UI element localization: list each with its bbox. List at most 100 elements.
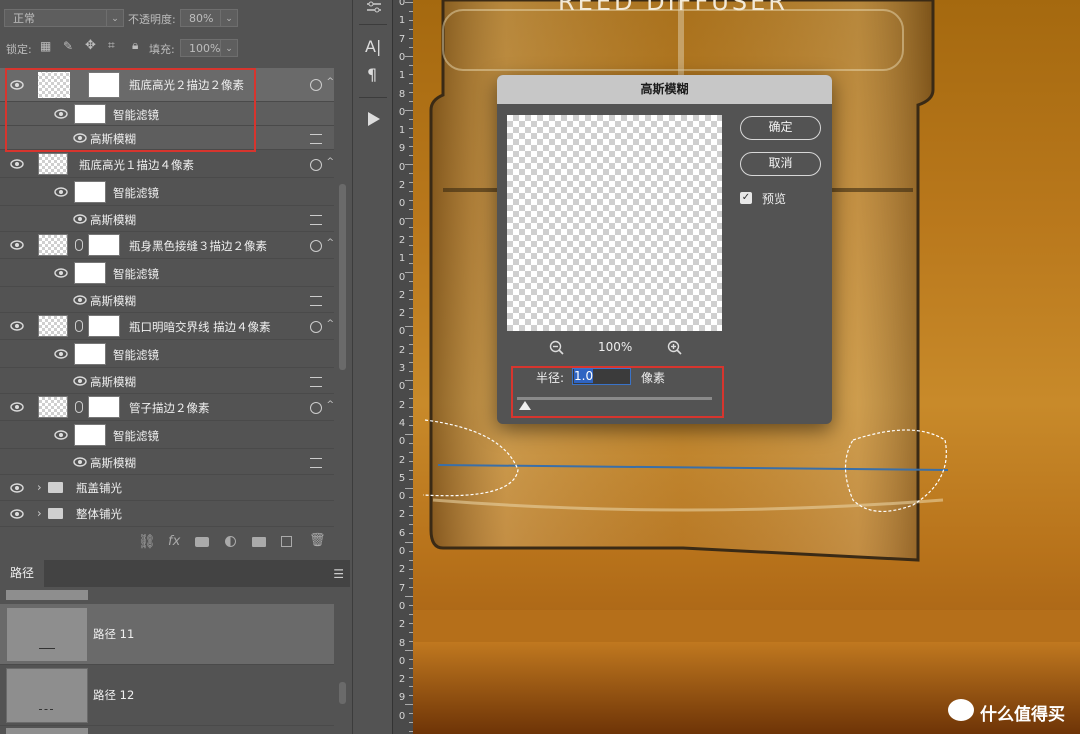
new-group-icon[interactable] <box>252 537 266 547</box>
filter-row[interactable]: 高斯模糊 <box>0 368 334 394</box>
play-action-icon[interactable] <box>366 110 382 128</box>
ruler-tick <box>405 2 413 3</box>
path-row[interactable]: 路径 11 <box>0 604 334 665</box>
filter-options-icon[interactable] <box>310 296 322 306</box>
layer-row[interactable]: 管子描边２像素 ^ <box>0 394 334 421</box>
expand-chevron-icon[interactable]: › <box>37 480 42 494</box>
ruler-label: 2 <box>398 674 406 686</box>
visibility-eye-icon[interactable] <box>10 157 24 171</box>
trash-icon[interactable]: 🗑︎ <box>309 533 326 548</box>
visibility-eye-icon[interactable] <box>73 455 87 469</box>
visibility-eye-icon[interactable] <box>54 185 68 199</box>
layer-row[interactable]: 瓶身黑色接缝３描边２像素 ^ <box>0 232 334 259</box>
chevron-up-icon[interactable]: ^ <box>326 400 334 410</box>
chevron-up-icon[interactable]: ^ <box>326 319 334 329</box>
cancel-button[interactable]: 取消 <box>740 152 821 176</box>
zoom-out-icon[interactable] <box>549 340 565 356</box>
character-panel-icon[interactable]: A| <box>365 37 381 56</box>
smart-filter-row[interactable]: 智能滤镜 <box>0 178 334 206</box>
paragraph-panel-icon[interactable]: ¶ <box>367 65 377 84</box>
smart-object-icon <box>310 321 322 333</box>
filter-row[interactable]: 高斯模糊 <box>0 287 334 313</box>
layer-group-row[interactable]: › 整体铺光 <box>0 501 334 527</box>
panel-menu-icon[interactable]: ☰ <box>333 567 344 581</box>
preview-checkbox[interactable]: ✓ <box>740 192 752 204</box>
ruler-label: 3 <box>398 363 406 374</box>
ruler-label: 4 <box>398 417 406 429</box>
layers-scrollbar[interactable] <box>339 184 346 370</box>
filter-options-icon[interactable] <box>310 215 322 225</box>
visibility-eye-icon[interactable] <box>10 400 24 414</box>
ruler-label: 2 <box>398 289 406 301</box>
bottle-label-text: REED DIFFUSER <box>558 0 788 16</box>
ruler-label: 9 <box>398 143 406 155</box>
zoom-in-icon[interactable] <box>667 340 683 356</box>
link-icon[interactable] <box>75 239 83 251</box>
smart-filter-row[interactable]: 智能滤镜 <box>0 421 334 449</box>
smart-filter-label: 智能滤镜 <box>113 348 159 362</box>
layer-name: 管子描边２像素 <box>129 401 210 415</box>
layers-options-bar: 正常 ⌄ 不透明度: 80% ⌄ 锁定: ▦ ✎ ✥ ⌗ 🔒︎ 填充: 100%… <box>0 0 350 60</box>
fx-icon[interactable]: fx <box>168 534 180 549</box>
filter-options-icon[interactable] <box>310 134 322 144</box>
layer-group-row[interactable]: › 瓶盖铺光 <box>0 475 334 501</box>
add-mask-icon[interactable] <box>195 537 209 547</box>
chevron-up-icon[interactable]: ^ <box>326 77 334 87</box>
adjustment-layer-icon[interactable] <box>225 536 236 547</box>
ruler-tick <box>405 164 413 165</box>
smart-filter-label: 智能滤镜 <box>113 267 159 281</box>
filter-row[interactable]: 高斯模糊 <box>0 206 334 232</box>
lock-move-icon[interactable]: ✥ <box>85 38 96 53</box>
layer-row[interactable]: 瓶口明暗交界线 描边４像素 ^ <box>0 313 334 340</box>
highlight-box <box>5 68 256 152</box>
lock-artboard-icon[interactable]: ⌗ <box>108 38 115 53</box>
layer-mask-thumbnail <box>88 234 120 256</box>
ruler-label: 9 <box>398 692 406 704</box>
lock-paint-icon[interactable]: ✎ <box>63 39 73 53</box>
visibility-eye-icon[interactable] <box>54 266 68 280</box>
blur-preview[interactable] <box>507 115 722 331</box>
lock-label: 锁定: <box>6 43 32 56</box>
fill-input[interactable]: 100% ⌄ <box>180 39 238 57</box>
visibility-eye-icon[interactable] <box>73 212 87 226</box>
smart-filter-row[interactable]: 智能滤镜 <box>0 340 334 368</box>
visibility-eye-icon[interactable] <box>10 319 24 333</box>
visibility-eye-icon[interactable] <box>10 238 24 252</box>
lock-all-icon[interactable]: 🔒︎ <box>132 38 138 53</box>
layer-row[interactable]: 瓶底高光１描边４像素 ^ <box>0 151 334 178</box>
filter-row[interactable]: 高斯模糊 <box>0 449 334 475</box>
link-icon[interactable] <box>75 401 83 413</box>
filter-options-icon[interactable] <box>310 377 322 387</box>
visibility-eye-icon[interactable] <box>54 428 68 442</box>
visibility-eye-icon[interactable] <box>10 507 24 521</box>
filter-options-icon[interactable] <box>310 458 322 468</box>
new-layer-icon[interactable] <box>281 536 292 547</box>
expand-chevron-icon[interactable]: › <box>37 506 42 520</box>
paths-scrollbar[interactable] <box>339 682 346 704</box>
chevron-up-icon[interactable]: ^ <box>326 157 334 167</box>
smart-filter-label: 智能滤镜 <box>113 429 159 443</box>
link-layers-icon[interactable]: ⛓︎ <box>138 534 156 550</box>
path-row[interactable]: 路径 12 <box>0 665 334 726</box>
opacity-input[interactable]: 80% ⌄ <box>180 9 238 27</box>
lock-transparent-icon[interactable]: ▦ <box>40 39 51 53</box>
tab-paths[interactable]: 路径 <box>0 560 44 587</box>
filter-name: 高斯模糊 <box>90 456 136 470</box>
visibility-eye-icon[interactable] <box>54 347 68 361</box>
visibility-eye-icon[interactable] <box>73 374 87 388</box>
chevron-up-icon[interactable]: ^ <box>326 238 334 248</box>
path-thumbnail <box>6 668 88 723</box>
adjustments-icon[interactable] <box>365 0 383 16</box>
ruler-label: 1 <box>398 15 406 27</box>
blend-mode-select[interactable]: 正常 ⌄ <box>4 9 124 27</box>
ok-button[interactable]: 确定 <box>740 116 821 140</box>
fill-value: 100% <box>189 42 221 55</box>
link-icon[interactable] <box>75 320 83 332</box>
layer-thumbnail <box>38 315 68 337</box>
smart-filter-row[interactable]: 智能滤镜 <box>0 259 334 287</box>
chevron-down-icon: ⌄ <box>106 10 123 26</box>
layers-panel: 正常 ⌄ 不透明度: 80% ⌄ 锁定: ▦ ✎ ✥ ⌗ 🔒︎ 填充: 100%… <box>0 0 350 560</box>
visibility-eye-icon[interactable] <box>10 481 24 495</box>
visibility-eye-icon[interactable] <box>73 293 87 307</box>
preview-label: 预览 <box>762 192 787 206</box>
